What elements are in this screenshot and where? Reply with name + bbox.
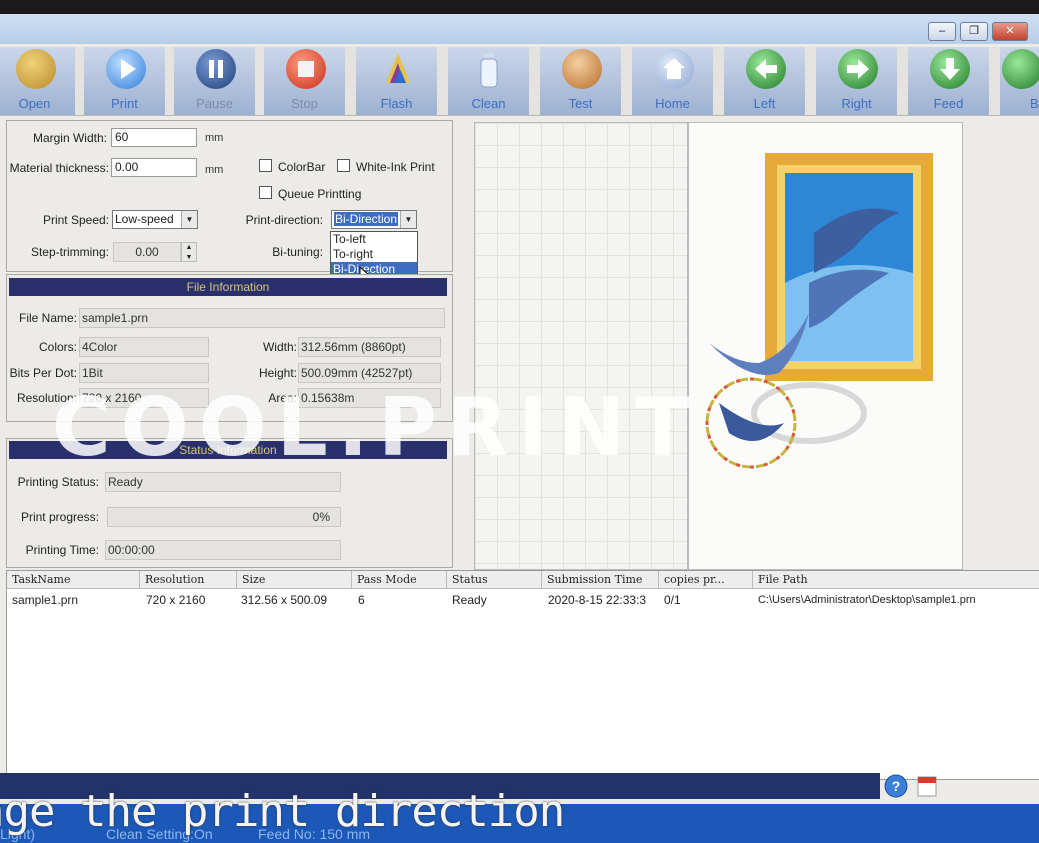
column-header[interactable]: Resolution xyxy=(140,571,237,589)
pause-button[interactable]: Pause xyxy=(174,47,258,115)
bottle-icon xyxy=(470,49,510,89)
feed-button[interactable]: Feed xyxy=(908,47,992,115)
arrow-right-icon xyxy=(838,49,878,89)
folder-icon xyxy=(16,49,56,89)
bituning-label: Bi-tuning: xyxy=(272,245,323,259)
printing-time-value: 00:00:00 xyxy=(105,540,341,560)
home-button[interactable]: Home xyxy=(632,47,716,115)
preview-canvas xyxy=(688,122,963,570)
right-button[interactable]: Right xyxy=(816,47,900,115)
stop-icon xyxy=(286,49,326,89)
house-icon xyxy=(654,49,694,89)
column-header[interactable]: copies pr... xyxy=(659,571,753,589)
back-button[interactable]: B xyxy=(1000,47,1039,115)
column-header[interactable]: Size xyxy=(237,571,352,589)
toolbar: Open Print Pause Stop Flash Clean Test H… xyxy=(0,47,1039,116)
queue-checkbox[interactable]: Queue Printting xyxy=(259,186,361,201)
printing-status-value: Ready xyxy=(105,472,341,492)
print-button[interactable]: Print xyxy=(84,47,168,115)
clean-button[interactable]: Clean xyxy=(448,47,532,115)
title-bar: – ❐ ✕ xyxy=(0,14,1039,44)
test-button[interactable]: Test xyxy=(540,47,624,115)
column-header[interactable]: TaskName xyxy=(7,571,140,589)
svg-text:?: ? xyxy=(892,778,901,794)
step-trimming-input[interactable]: 0.00 xyxy=(113,242,181,262)
restore-button[interactable]: ❐ xyxy=(960,22,988,41)
margin-width-input[interactable]: 60 xyxy=(111,128,197,147)
option-to-left[interactable]: To-left xyxy=(331,232,417,247)
column-header[interactable]: Pass Mode xyxy=(352,571,447,589)
step-spinner[interactable]: ▲ ▼ xyxy=(181,242,197,262)
file-name-value: sample1.prn xyxy=(79,308,445,328)
thickness-input[interactable]: 0.00 xyxy=(111,158,197,177)
chevron-down-icon: ▼ xyxy=(400,211,416,228)
speed-select[interactable]: Low-speed ▼ xyxy=(112,210,198,229)
help-icon[interactable]: ? xyxy=(884,774,908,798)
pause-icon xyxy=(196,49,236,89)
play-icon xyxy=(106,49,146,89)
thickness-label: Material thickness: xyxy=(9,161,109,175)
column-header[interactable]: Status xyxy=(447,571,542,589)
left-button[interactable]: Left xyxy=(724,47,808,115)
colorbar-checkbox[interactable]: ColorBar xyxy=(259,159,325,174)
column-header[interactable]: Submission Time xyxy=(542,571,659,589)
print-preview-image xyxy=(705,153,933,469)
video-caption: nge the print direction xyxy=(0,786,565,837)
task-table: TaskName Resolution Size Pass Mode Statu… xyxy=(6,570,1039,780)
stop-button[interactable]: Stop xyxy=(264,47,348,115)
white-ink-checkbox[interactable]: White-Ink Print xyxy=(337,159,435,174)
preview-canvas-left xyxy=(474,122,688,570)
step-trimming-label: Step-trimming: xyxy=(30,245,109,259)
arrow-left-icon xyxy=(746,49,786,89)
direction-label: Print-direction: xyxy=(245,213,323,227)
margin-width-label: Margin Width: xyxy=(32,131,107,145)
minimize-button[interactable]: – xyxy=(928,22,956,41)
app-window: – ❐ ✕ Open Print Pause Stop Flash Clean … xyxy=(0,14,1039,843)
arrow-up-icon xyxy=(1002,49,1039,89)
chevron-down-icon: ▼ xyxy=(181,211,197,228)
calendar-icon[interactable] xyxy=(916,774,940,798)
open-button[interactable]: Open xyxy=(0,47,78,115)
close-button[interactable]: ✕ xyxy=(992,22,1028,41)
arrow-down-icon xyxy=(930,49,970,89)
width-value: 312.56mm (8860pt) xyxy=(298,337,441,357)
pen-icon xyxy=(378,49,418,89)
height-value: 500.09mm (42527pt) xyxy=(298,363,441,383)
direction-dropdown[interactable]: To-left To-right Bi-Direction xyxy=(330,231,418,278)
file-info-header: File Information xyxy=(9,278,447,296)
speed-label: Print Speed: xyxy=(42,213,109,227)
paper-icon xyxy=(562,49,602,89)
print-progress-text: 0% xyxy=(312,510,330,524)
option-to-right[interactable]: To-right xyxy=(331,247,417,262)
colors-value: 4Color xyxy=(79,337,209,357)
column-header[interactable]: File Path xyxy=(753,571,1039,589)
print-progress-bar: 0% xyxy=(107,507,341,527)
watermark-text: COOL.PRINT xyxy=(52,381,700,474)
direction-select[interactable]: Bi-Direction ▼ xyxy=(331,210,417,229)
flash-button[interactable]: Flash xyxy=(356,47,440,115)
bits-value: 1Bit xyxy=(79,363,209,383)
